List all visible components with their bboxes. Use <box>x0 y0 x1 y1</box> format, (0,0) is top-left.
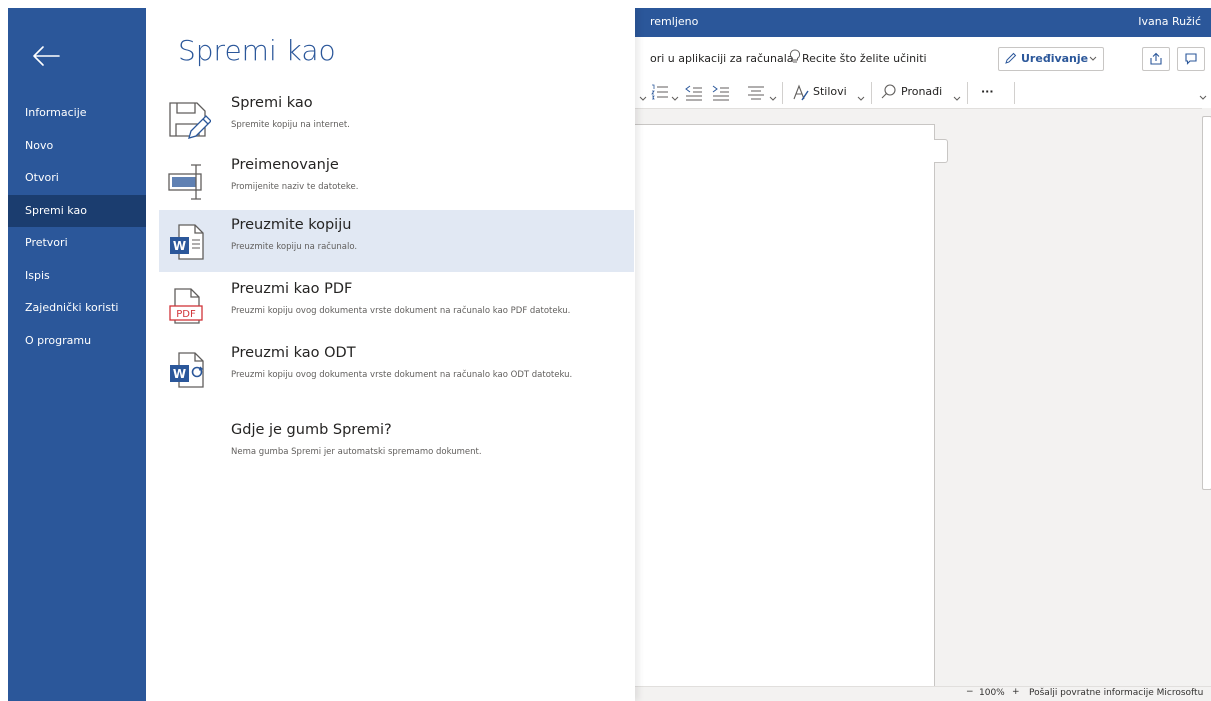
share-button[interactable] <box>1142 47 1170 71</box>
align-center-icon[interactable] <box>747 82 765 102</box>
option-save-as[interactable]: Spremi kao Spremite kopiju na internet. <box>159 88 634 150</box>
ribbon-expand-chevron-icon[interactable] <box>1198 93 1208 103</box>
pencil-icon <box>1005 52 1017 64</box>
option-description: Spremite kopiju na internet. <box>231 120 350 130</box>
option-title: Preimenovanje <box>231 157 339 173</box>
document-canvas <box>635 108 1202 696</box>
toolbar-divider <box>967 82 968 104</box>
toolbar-divider <box>782 82 783 104</box>
save-as-panel: Spremi kao Spremi kao Spremite kopiju na… <box>146 8 635 701</box>
chevron-down-icon[interactable] <box>953 89 961 109</box>
styles-button[interactable]: Stilovi <box>813 85 847 98</box>
comments-button[interactable] <box>1177 47 1205 71</box>
nav-item-spremi-kao[interactable]: Spremi kao <box>8 194 146 227</box>
document-save-status: remljeno <box>650 15 699 28</box>
document-page[interactable] <box>635 124 935 696</box>
chevron-down-icon[interactable] <box>769 89 777 109</box>
option-description: Preuzmi kopiju ovog dokumenta vrste doku… <box>231 306 571 316</box>
option-download-odt[interactable]: W Preuzmi kao ODT Preuzmi kopiju ovog do… <box>159 338 634 400</box>
option-title: Spremi kao <box>231 95 313 111</box>
vertical-scrollbar-thumb[interactable] <box>1202 116 1211 490</box>
option-description: Preuzmite kopiju na računalo. <box>231 242 358 252</box>
toolbar-divider <box>871 82 872 104</box>
odt-document-icon: W <box>170 352 204 388</box>
page-marker <box>934 139 948 163</box>
nav-item-pretvori[interactable]: Pretvori <box>8 227 146 260</box>
more-options-button[interactable]: ··· <box>981 85 994 98</box>
chevron-down-icon[interactable] <box>639 89 647 109</box>
backstage-nav: Informacije Novo Otvori Spremi kao Pretv… <box>8 8 146 701</box>
ribbon-toolbar: Stilovi Pronađi ··· <box>635 78 1211 106</box>
search-icon[interactable] <box>881 82 897 102</box>
editing-mode-button[interactable]: Uređivanje <box>998 47 1104 71</box>
help-title: Gdje je gumb Spremi? <box>231 422 392 438</box>
feedback-link[interactable]: Pošalji povratne informacije Microsoftu <box>1029 688 1203 698</box>
command-bar: ori u aplikaciji za računala Recite što … <box>635 46 1211 74</box>
nav-item-ispis[interactable]: Ispis <box>8 260 146 293</box>
toolbar-divider <box>1014 82 1015 104</box>
option-title: Preuzmite kopiju <box>231 217 352 233</box>
comment-icon <box>1185 53 1197 65</box>
nav-list: Informacije Novo Otvori Spremi kao Pretv… <box>8 97 146 357</box>
svg-text:PDF: PDF <box>176 309 196 320</box>
back-arrow-icon <box>33 46 60 66</box>
save-button-help: Gdje je gumb Spremi? Nema gumba Spremi j… <box>159 415 634 477</box>
word-online-window: Informacije Novo Otvori Spremi kao Pretv… <box>8 8 1211 701</box>
find-button[interactable]: Pronađi <box>901 85 942 98</box>
user-name[interactable]: Ivana Ružić <box>1138 15 1201 28</box>
option-title: Preuzmi kao PDF <box>231 281 353 297</box>
lightbulb-icon <box>789 49 801 68</box>
tell-me-search[interactable]: Recite što želite učiniti <box>802 52 927 65</box>
option-download-pdf[interactable]: PDF Preuzmi kao PDF Preuzmi kopiju ovog … <box>159 274 634 336</box>
zoom-in-button[interactable]: + <box>1012 687 1020 697</box>
zoom-level: 100% <box>979 688 1005 698</box>
option-description: Promijenite naziv te datoteke. <box>231 182 359 192</box>
app-title-bar: remljeno Ivana Ružić <box>635 8 1211 37</box>
nav-item-o-programu[interactable]: O programu <box>8 325 146 358</box>
zoom-out-button[interactable]: − <box>966 687 974 697</box>
svg-text:W: W <box>173 239 186 253</box>
save-as-pencil-icon <box>169 102 211 139</box>
option-rename[interactable]: Preimenovanje Promijenite naziv te datot… <box>159 150 634 212</box>
nav-item-novo[interactable]: Novo <box>8 130 146 163</box>
editing-mode-label: Uređivanje <box>1021 52 1089 65</box>
pdf-document-icon: PDF <box>169 288 203 324</box>
rename-icon <box>168 164 202 200</box>
nav-item-informacije[interactable]: Informacije <box>8 97 146 130</box>
panel-title: Spremi kao <box>178 34 336 67</box>
styles-icon[interactable] <box>792 82 810 102</box>
open-in-desktop-app[interactable]: ori u aplikaciji za računala <box>650 52 794 65</box>
status-bar: − 100% + Pošalji povratne informacije Mi… <box>635 686 1211 701</box>
option-download-copy[interactable]: W Preuzmite kopiju Preuzmite kopiju na r… <box>159 210 634 272</box>
chevron-down-icon <box>1089 56 1097 61</box>
increase-indent-icon[interactable] <box>712 82 730 102</box>
nav-item-zajednicki-koristi[interactable]: Zajednički koristi <box>8 292 146 325</box>
help-description: Nema gumba Spremi jer automatski spremam… <box>231 447 482 457</box>
word-document-icon: W <box>170 224 204 260</box>
back-arrow-button[interactable] <box>28 38 64 74</box>
chevron-down-icon[interactable] <box>671 89 679 109</box>
option-title: Preuzmi kao ODT <box>231 345 356 361</box>
chevron-down-icon[interactable] <box>857 89 865 109</box>
decrease-indent-icon[interactable] <box>685 82 703 102</box>
numbered-list-icon[interactable] <box>651 82 669 102</box>
svg-text:W: W <box>173 367 186 381</box>
nav-item-otvori[interactable]: Otvori <box>8 162 146 195</box>
option-description: Preuzmi kopiju ovog dokumenta vrste doku… <box>231 370 573 380</box>
share-icon <box>1150 52 1162 65</box>
